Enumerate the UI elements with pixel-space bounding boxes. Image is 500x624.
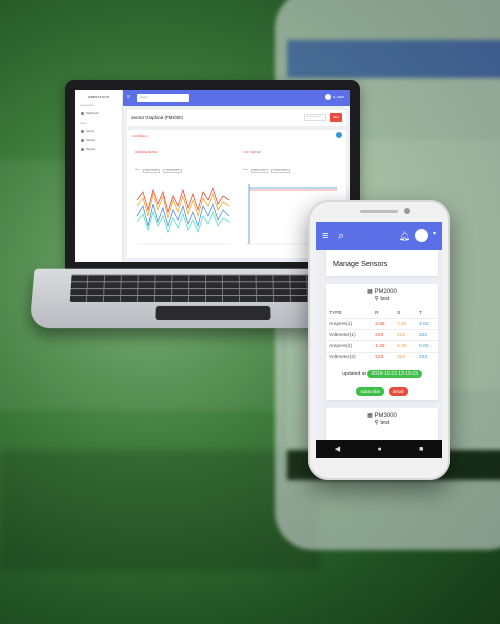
table-row: Voltmeter(1) 220 222 221 [326, 329, 438, 341]
sensor-icon [81, 130, 84, 133]
phone-screen: ≡ ⌕ 🔔︎ ▾ Manage Sensors ▦ PM2000 ⚲ test … [316, 222, 442, 458]
table-row: Voltmeter(2) 223 224 222 [326, 351, 438, 363]
column-header: TYPE [329, 311, 342, 316]
trackpad [155, 305, 271, 321]
sidebar: WEBSTATION DASHBOARD Dashboard MENU Sens… [75, 90, 123, 262]
ampere-chart [133, 176, 233, 250]
table-row: Ampere(1) 3.68 7.24 3.03 [326, 317, 438, 330]
sensor-name: ▦ PM3000 [367, 413, 397, 419]
camera [404, 208, 410, 214]
nav-group-label: DASHBOARD [80, 105, 94, 107]
chart-title-ampere: AMPERE METER [135, 150, 158, 154]
bell-icon[interactable]: 🔔︎ [399, 229, 410, 243]
sensor-location: ⚲ test [374, 420, 390, 426]
detail-button[interactable]: detail [388, 386, 408, 396]
user-menu[interactable]: ID_USER [324, 94, 344, 100]
reports-icon [81, 148, 84, 151]
table-row: Ampere(2) 1.45 5.75 0.00 [326, 340, 438, 353]
sensor-card: ▦ PM2000 ⚲ test TYPE R S T Ampere(1) 3.6… [326, 284, 438, 400]
topbar: ≡ Search ID_USER [123, 90, 350, 106]
menu-icon[interactable]: ≡ [127, 94, 130, 100]
home-icon[interactable]: ● [377, 446, 381, 453]
back-icon[interactable]: ◀ [335, 445, 340, 453]
menu-icon[interactable]: ≡ [322, 229, 328, 243]
subscribe-button[interactable]: subscribe [356, 386, 385, 396]
topbar: ≡ ⌕ 🔔︎ ▾ [316, 222, 442, 250]
back-button[interactable]: Back [330, 113, 342, 122]
date-range-volt[interactable]: Date Mar 1, 2019 Oct 20, 2019 [243, 169, 290, 173]
background-keyboard-blur [0, 450, 320, 570]
sidebar-item-sensor[interactable]: Sensor [75, 127, 122, 136]
sensor-select[interactable]: Choose Sensor [304, 114, 326, 121]
page-title: Manage Sensors [333, 259, 388, 268]
timestamp-badge: 2019-10-23 13:19:23 [367, 369, 422, 378]
date-range-ampere[interactable]: Date Mar 1, 2019 Oct 20, 2019 [135, 169, 182, 173]
chevron-down-icon[interactable]: ▾ [433, 230, 436, 237]
channel-label: CHANNEL 1 [132, 134, 148, 138]
sidebar-item-reports[interactable]: Reports [75, 145, 122, 154]
refresh-icon[interactable] [336, 132, 342, 138]
search-icon[interactable]: ⌕ [338, 229, 344, 243]
avatar[interactable] [415, 229, 428, 242]
brand-logo: WEBSTATION [87, 95, 110, 99]
column-header: S [397, 311, 401, 316]
page-header: Manage Sensors [326, 250, 438, 276]
updated-at: updated at 2019-10-23 13:19:23 [326, 369, 438, 378]
search-input[interactable]: Search [137, 94, 189, 102]
nav-group-label: MENU [80, 123, 87, 125]
recents-icon[interactable]: ■ [419, 446, 423, 453]
sensor-location: ⚲ test [374, 296, 390, 302]
phone: ≡ ⌕ 🔔︎ ▾ Manage Sensors ▦ PM2000 ⚲ test … [308, 200, 450, 480]
speaker [360, 210, 398, 213]
avatar [324, 94, 331, 100]
chart-title-volt: VOLT METER [243, 150, 261, 154]
page-title: Sensor Graphical (PM2000) [131, 115, 183, 120]
dashboard-icon [81, 112, 84, 115]
devices-icon [81, 139, 84, 142]
page-header: Sensor Graphical (PM2000) Choose Sensor … [127, 110, 346, 126]
android-nav-bar: ◀ ● ■ [316, 440, 442, 458]
sidebar-item-dashboard[interactable]: Dashboard [75, 109, 122, 118]
sidebar-item-devices[interactable]: Devices [75, 136, 122, 145]
sensor-card: ▦ PM3000 ⚲ test [326, 408, 438, 442]
sensor-table: TYPE R S T Ampere(1) 3.68 7.24 3.03 Volt… [326, 309, 438, 363]
sensor-name: ▦ PM2000 [367, 289, 397, 295]
column-header: T [419, 311, 423, 316]
column-header: R [375, 311, 379, 316]
